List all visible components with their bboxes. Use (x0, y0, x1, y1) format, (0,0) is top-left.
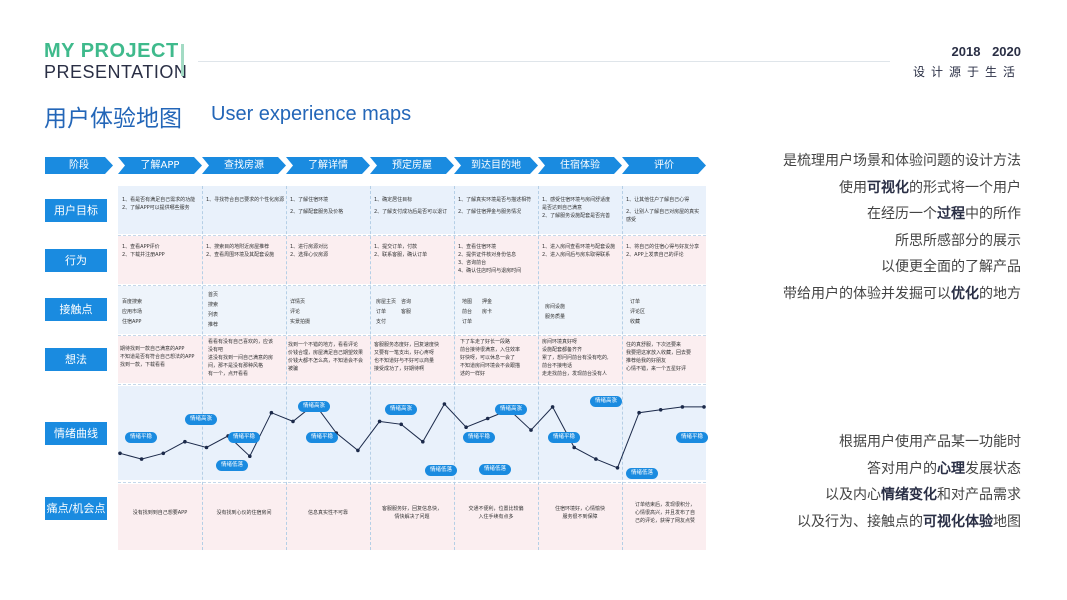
description-text: 根据用户使用产品某一功能时 (839, 434, 1021, 450)
pain-cell: 交通不便利，位置比较偏 入住手续有点多 (468, 506, 524, 520)
description-text: 带给用户的体验并发掘可以 (783, 285, 951, 302)
emotion-label: 情绪平稳 (548, 432, 581, 443)
emotion-label: 情绪平稳 (228, 432, 261, 443)
emotion-point (248, 454, 252, 459)
emotion-point (615, 466, 620, 470)
description-text: 在经历一个 (867, 206, 937, 222)
description-paragraph-2: 根据用户使用产品某一功能时 答对用户的心理发展状态 以及内心情绪变化和对产品需求 以及… (701, 429, 1021, 535)
emotion-label: 情绪平稳 (125, 432, 158, 443)
description-line: 根据用户使用产品某一功能时 (701, 429, 1021, 456)
highlight-text: 优化 (951, 285, 979, 302)
emotion-point (356, 448, 360, 453)
description-line: 在经历一个过程中的所作 (701, 201, 1021, 228)
description-text: 是梳理用户场景和体验问题的设计方法 (783, 153, 1021, 169)
description-line: 答对用户的心理发展状态 (701, 456, 1021, 483)
emotion-label: 情绪低落 (425, 465, 458, 476)
emotion-point (680, 405, 685, 409)
emotion-point (594, 457, 598, 461)
description-line: 带给用户的体验并发掘可以优化的地方 (701, 281, 1021, 308)
emotion-point (421, 439, 425, 444)
emotion-point (183, 439, 187, 444)
emotion-label: 情绪高涨 (495, 404, 528, 415)
emotion-point (377, 419, 382, 424)
description-line: 以及内心情绪变化和对产品需求 (701, 482, 1021, 509)
emotion-point (269, 410, 274, 415)
description-line: 所思所感部分的展示 (701, 228, 1021, 255)
emotion-point (161, 451, 166, 456)
pain-cell: 信息真实性不可靠 (307, 510, 348, 516)
emotion-point (118, 451, 122, 456)
emotion-point (658, 408, 663, 412)
description-text: 和对产品需求 (937, 487, 1021, 503)
emotion-point (702, 405, 706, 409)
description-line: 以及行为、接触点的可视化体验地图 (701, 509, 1021, 536)
description-line: 以便更全面的了解产品 (701, 254, 1021, 281)
emotion-label: 情绪高涨 (185, 414, 218, 425)
description-text: 以及内心 (825, 487, 881, 503)
emotion-label: 情绪平稳 (306, 432, 339, 443)
pain-cell: 客服服务好，回复信息快， 情快解决了问题 (381, 506, 442, 520)
highlight-text: 可视化体验 (923, 513, 993, 530)
pain-cell: 没有找到到自己想要APP (132, 510, 188, 516)
description-text: 发展状态 (965, 460, 1021, 477)
emotion-point (529, 428, 533, 432)
emotion-point (464, 425, 468, 430)
emotion-point (399, 422, 404, 427)
description-paragraph-1: 是梳理用户场景和体验问题的设计方法 使用可视化的形式将一个用户 在经历一个过程中的所… (701, 148, 1021, 307)
description-text: 答对用户的 (867, 460, 937, 477)
highlight-text: 心理 (937, 460, 965, 477)
description-text: 的地方 (979, 285, 1021, 302)
emotion-point (572, 445, 576, 450)
emotion-point (442, 402, 447, 406)
emotion-label: 情绪低落 (479, 464, 512, 475)
emotion-point (637, 410, 641, 415)
emotion-point (550, 405, 555, 409)
emotion-point (139, 457, 144, 461)
description-text: 地图 (993, 513, 1021, 530)
description-text: 所思所感部分的展示 (895, 232, 1021, 249)
emotion-point (485, 416, 490, 421)
description-text: 以便更全面的了解产品 (881, 259, 1021, 275)
description-text: 使用 (839, 179, 867, 196)
emotion-label: 情绪低落 (216, 460, 249, 471)
emotion-label: 情绪平稳 (463, 432, 496, 443)
pain-cell: 住宿环境好，心情愉快 服务很不到保障 (554, 506, 605, 520)
pain-cell: 没有找到心仪的住宿房间 (216, 510, 272, 516)
emotion-label: 情绪高涨 (590, 396, 623, 407)
emotion-label: 情绪高涨 (298, 401, 331, 412)
emotion-label: 情绪低落 (626, 468, 659, 479)
emotion-point (291, 419, 295, 424)
description-text: 中的所作 (965, 206, 1021, 222)
description-line: 是梳理用户场景和体验问题的设计方法 (701, 148, 1021, 175)
emotion-point (204, 445, 209, 450)
description-line: 使用可视化的形式将一个用户 (701, 175, 1021, 202)
emotion-label: 情绪高涨 (385, 404, 418, 415)
highlight-text: 过程 (937, 206, 965, 222)
highlight-text: 情绪变化 (881, 487, 937, 503)
description-text: 以及行为、接触点的 (797, 513, 923, 530)
description-text: 的形式将一个用户 (909, 179, 1021, 196)
pain-cell: 订单结束后，发现很积分， 心情很高兴，并且发布了自 己的评论，获得了网友点赞 (634, 502, 695, 524)
highlight-text: 可视化 (867, 179, 909, 196)
